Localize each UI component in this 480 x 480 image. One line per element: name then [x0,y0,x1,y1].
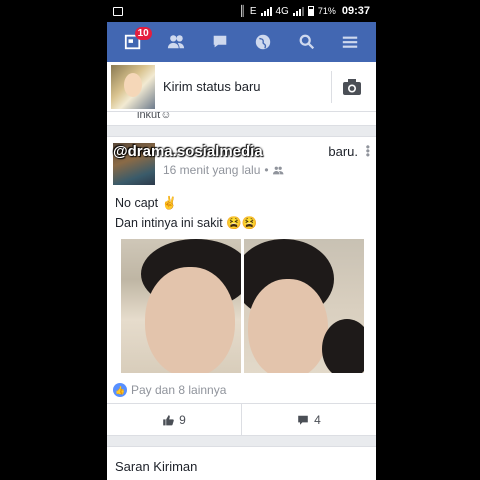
camera-icon [343,78,361,95]
nav-messages[interactable] [205,27,235,57]
post-options-button[interactable]: • • • [366,141,370,161]
post-time-text: 16 menit yang lalu [163,163,261,177]
status-composer: Kirim status baru [107,62,376,112]
nav-menu[interactable] [335,27,365,57]
nav-search[interactable] [292,27,322,57]
search-icon [299,34,314,50]
post-line-2: Dan intinya ini sakit 😫😫 [115,216,258,230]
comment-count: 4 [314,412,321,427]
globe-icon [256,34,271,50]
post-actions: 9 4 [107,403,376,435]
photo-face [248,279,328,373]
status-bar: ║ E 4G 71% 09:37 [107,0,376,22]
like-badge-icon: 👍 [113,383,127,397]
vibrate-icon: ║ [238,5,246,17]
post-photos [107,233,376,373]
friends-icon [168,35,185,49]
photo-detail [322,319,364,373]
photo-face [145,267,235,373]
like-count: 9 [179,412,186,427]
nav-news-feed[interactable]: 10 [118,27,152,57]
gallery-notification-icon [113,6,123,16]
suggested-posts: Saran Kiriman [107,446,376,480]
like-button[interactable]: 9 [107,404,241,435]
messages-icon [213,35,227,48]
network-type-4g: 4G [275,5,289,17]
post-header: baru. 16 menit yang lalu • • • • @drama.so… [107,137,376,189]
suggested-posts-title: Saran Kiriman [115,459,198,474]
top-nav-bar: 10 [107,22,376,62]
camera-button[interactable] [332,78,372,96]
previous-post-fragment: inkut☺ [107,112,376,126]
post-photo-1[interactable] [121,239,241,373]
nav-friend-requests[interactable] [161,27,191,57]
clock: 09:37 [341,5,370,17]
reactions-summary[interactable]: 👍 Pay dan 8 lainnya [107,373,376,403]
comment-icon [298,415,308,425]
thumbs-up-icon [163,414,174,425]
watermark: @drama.sosialmedia [113,143,263,160]
previous-post-text: inkut☺ [137,112,172,121]
nav-notifications[interactable] [248,27,278,57]
phone-screen: ║ E 4G 71% 09:37 10 Kirim status baru in… [107,0,376,480]
notification-badge: 10 [134,27,152,40]
signal-icon-2 [292,6,304,16]
user-avatar[interactable] [111,64,155,109]
post-body: No capt ✌ Dan intinya ini sakit 😫😫 [107,189,376,233]
status-input[interactable]: Kirim status baru [155,79,331,94]
post-photo-2[interactable] [244,239,364,373]
post-timestamp[interactable]: 16 menit yang lalu • [163,163,370,177]
comment-button[interactable]: 4 [241,404,376,435]
dot-separator: • [264,163,269,177]
feed-gap [107,126,376,136]
battery-level: 71% [317,6,336,16]
signal-icon [260,6,272,16]
menu-icon [343,36,358,48]
post-line-1: No capt ✌ [115,196,178,210]
network-type: E [249,5,257,17]
battery-icon [307,6,314,16]
friends-audience-icon [272,166,284,174]
reactions-text: Pay dan 8 lainnya [131,383,227,397]
feed-post: baru. 16 menit yang lalu • • • • @drama.so… [107,136,376,436]
